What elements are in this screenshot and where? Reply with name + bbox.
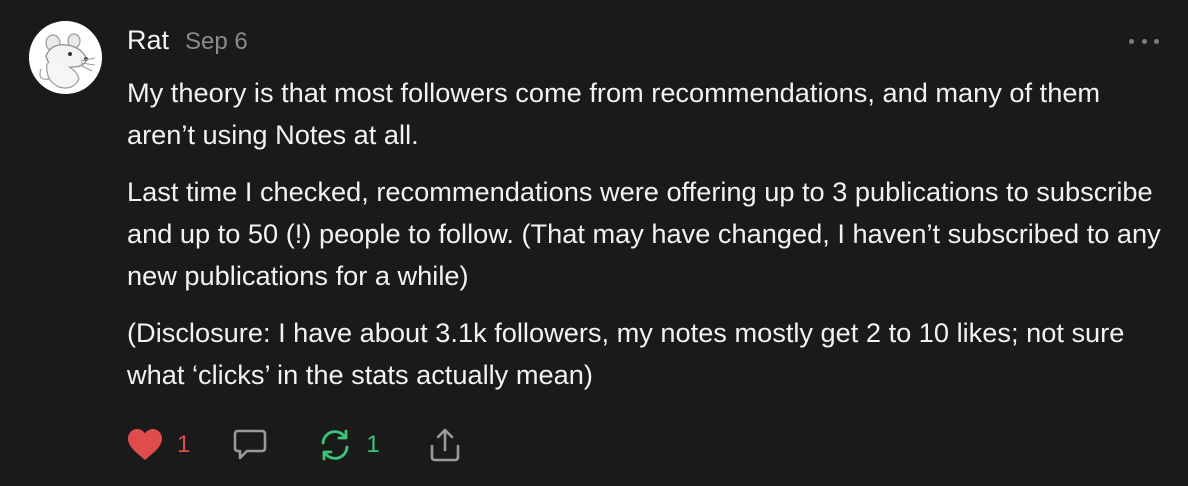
like-button[interactable]: 1 — [127, 428, 190, 462]
note-date[interactable]: Sep 6 — [185, 28, 248, 56]
note-header: Rat Sep 6 — [127, 25, 248, 61]
note-actions: 1 1 — [127, 423, 462, 467]
author-name[interactable]: Rat — [127, 25, 169, 56]
restack-icon — [321, 429, 349, 461]
comment-button[interactable] — [232, 427, 268, 463]
like-count: 1 — [177, 431, 191, 458]
heart-icon — [128, 429, 162, 460]
share-icon — [430, 428, 460, 462]
restack-count: 1 — [366, 431, 380, 458]
note-paragraph: My theory is that most followers come fr… — [127, 77, 1101, 150]
note-paragraph: (Disclosure: I have about 3.1k followers… — [127, 317, 1125, 390]
note-body: My theory is that most followers come fr… — [127, 72, 1172, 411]
rat-avatar-icon — [29, 21, 102, 94]
note-paragraph: Last time I checked, recommendations wer… — [127, 176, 1161, 291]
share-button[interactable] — [428, 427, 462, 463]
author-avatar[interactable] — [29, 21, 102, 94]
more-dots-icon — [1129, 38, 1134, 44]
comment-bubble-icon — [234, 429, 267, 460]
restack-button[interactable]: 1 — [318, 428, 380, 462]
more-options-button[interactable] — [1129, 33, 1159, 49]
